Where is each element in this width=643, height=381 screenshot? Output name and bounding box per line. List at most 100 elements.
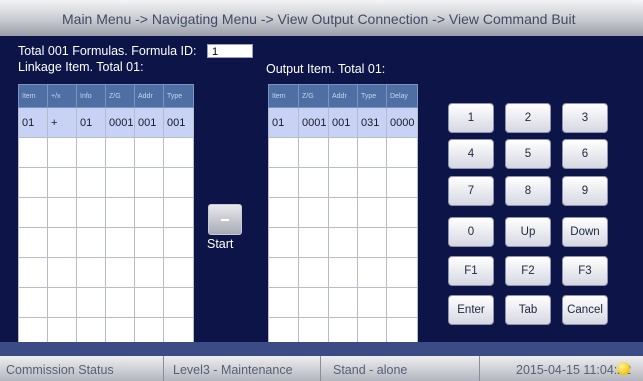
table-row[interactable]: [268, 257, 418, 288]
table-row[interactable]: [268, 227, 418, 258]
table-cell: [76, 227, 106, 258]
table-cell: [47, 137, 77, 168]
table-cell: [18, 137, 48, 168]
linkage-col-zg: Z/G: [105, 84, 135, 108]
table-cell: [328, 227, 358, 258]
table-cell: [163, 287, 194, 318]
table-cell: [163, 197, 194, 228]
key-5-button[interactable]: 5: [505, 139, 551, 169]
table-cell: [134, 227, 164, 258]
linkage-col-addr: Addr: [134, 84, 164, 108]
table-cell: [386, 287, 418, 318]
table-cell: [134, 257, 164, 288]
key-2-button[interactable]: 2: [505, 103, 551, 133]
output-col-item: Item: [268, 84, 299, 108]
table-cell: [18, 257, 48, 288]
up-button[interactable]: Up: [505, 217, 551, 247]
operating-mode: Stand - alone: [320, 356, 478, 381]
main-panel: Total 001 Formulas. Formula ID: 1 Linkag…: [0, 36, 643, 348]
output-col-type: Type: [357, 84, 387, 108]
table-cell: [105, 287, 135, 318]
bottom-bar: [0, 342, 643, 356]
table-cell: [76, 197, 106, 228]
table-cell: [76, 257, 106, 288]
output-col-delay: Delay: [386, 84, 418, 108]
table-cell: [105, 137, 135, 168]
table-row[interactable]: [268, 197, 418, 228]
table-cell: [298, 287, 329, 318]
table-row[interactable]: [268, 137, 418, 168]
table-cell: [268, 137, 299, 168]
linkage-table[interactable]: Item +/x Info Z/G Addr Type 01 + 01 0001…: [18, 84, 194, 348]
linkage-col-op: +/x: [47, 84, 77, 108]
table-cell: [268, 257, 299, 288]
table-cell: [18, 197, 48, 228]
table-cell: [357, 197, 387, 228]
table-row[interactable]: 01 0001 001 031 0000: [268, 107, 418, 138]
linkage-col-info: Info: [76, 84, 106, 108]
f1-button[interactable]: F1: [448, 256, 494, 286]
table-row[interactable]: [18, 137, 194, 168]
table-cell: [76, 137, 106, 168]
table-row[interactable]: [268, 287, 418, 318]
table-cell: [47, 197, 77, 228]
table-row[interactable]: [18, 197, 194, 228]
table-cell: [357, 287, 387, 318]
cancel-button[interactable]: Cancel: [562, 295, 608, 325]
table-cell: [268, 167, 299, 198]
key-7-button[interactable]: 7: [448, 176, 494, 206]
commission-status[interactable]: Commission Status: [6, 356, 162, 381]
formula-summary: Total 001 Formulas. Formula ID:: [18, 44, 197, 58]
table-cell: 0001: [298, 107, 329, 138]
table-cell: [328, 197, 358, 228]
table-cell: [328, 167, 358, 198]
table-cell: [47, 167, 77, 198]
table-cell: 0001: [105, 107, 135, 138]
formula-id-field[interactable]: 1: [207, 44, 253, 58]
key-6-button[interactable]: 6: [562, 139, 608, 169]
table-cell: [134, 197, 164, 228]
linkage-col-item: Item: [18, 84, 48, 108]
key-8-button[interactable]: 8: [505, 176, 551, 206]
table-cell: [268, 197, 299, 228]
linkage-col-type: Type: [163, 84, 194, 108]
table-row[interactable]: [18, 227, 194, 258]
output-table[interactable]: Item Z/G Addr Type Delay 01 0001 001 031…: [268, 84, 418, 348]
table-cell: [298, 257, 329, 288]
status-bar: Commission Status Level3 - Maintenance S…: [0, 356, 643, 381]
table-row[interactable]: [18, 167, 194, 198]
table-cell: [163, 137, 194, 168]
down-button[interactable]: Down: [562, 217, 608, 247]
status-indicator-icon: [617, 362, 630, 375]
start-button[interactable]: [208, 204, 242, 235]
table-cell: [386, 257, 418, 288]
key-3-button[interactable]: 3: [562, 103, 608, 133]
table-cell: [386, 137, 418, 168]
f2-button[interactable]: F2: [505, 256, 551, 286]
output-label: Output Item. Total 01:: [266, 62, 386, 76]
table-cell: [328, 257, 358, 288]
table-row[interactable]: 01 + 01 0001 001 001: [18, 107, 194, 138]
table-row[interactable]: [268, 167, 418, 198]
key-9-button[interactable]: 9: [562, 176, 608, 206]
table-row[interactable]: [18, 257, 194, 288]
key-1-button[interactable]: 1: [448, 103, 494, 133]
tab-button[interactable]: Tab: [505, 295, 551, 325]
output-col-addr: Addr: [328, 84, 358, 108]
key-0-button[interactable]: 0: [448, 217, 494, 247]
key-4-button[interactable]: 4: [448, 139, 494, 169]
table-cell: [298, 167, 329, 198]
table-cell: [386, 167, 418, 198]
table-row[interactable]: [18, 287, 194, 318]
table-cell: 001: [134, 107, 164, 138]
table-cell: [268, 227, 299, 258]
table-cell: [386, 197, 418, 228]
table-cell: [268, 287, 299, 318]
table-cell: [134, 287, 164, 318]
table-cell: [18, 287, 48, 318]
enter-button[interactable]: Enter: [448, 295, 494, 325]
f3-button[interactable]: F3: [562, 256, 608, 286]
table-cell: [163, 227, 194, 258]
output-col-zg: Z/G: [298, 84, 329, 108]
table-cell: [328, 137, 358, 168]
